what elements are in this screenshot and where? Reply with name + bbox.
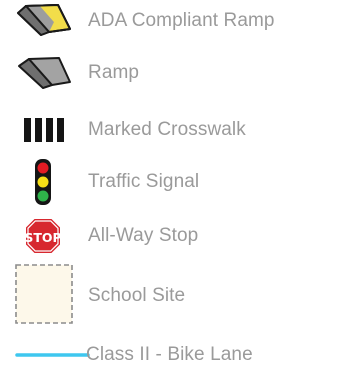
legend-item-ada-ramp: ADA Compliant Ramp xyxy=(0,1,339,41)
legend-label: Traffic Signal xyxy=(88,171,200,192)
stop-sign-icon: STOP xyxy=(12,216,76,256)
map-legend: ADA Compliant Ramp Ramp Marked Crosswalk xyxy=(0,0,339,370)
legend-label: All-Way Stop xyxy=(88,225,199,246)
legend-item-school-site: School Site xyxy=(0,264,339,328)
traffic-signal-icon xyxy=(12,159,76,205)
legend-label: Class II - Bike Lane xyxy=(86,344,253,365)
bike-lane-icon xyxy=(12,335,90,375)
legend-item-crosswalk: Marked Crosswalk xyxy=(0,110,339,150)
legend-label: Ramp xyxy=(88,62,140,83)
legend-label: Marked Crosswalk xyxy=(88,119,246,140)
stop-sign-text: STOP xyxy=(24,230,61,245)
legend-item-traffic-signal: Traffic Signal xyxy=(0,159,339,205)
ramp-icon xyxy=(12,53,76,93)
legend-label: ADA Compliant Ramp xyxy=(88,10,275,31)
legend-item-bike-lane: Class II - Bike Lane xyxy=(0,335,339,375)
crosswalk-icon xyxy=(12,110,76,150)
school-site-icon xyxy=(12,264,76,328)
legend-item-all-way-stop: STOP All-Way Stop xyxy=(0,216,339,256)
legend-label: School Site xyxy=(88,285,186,306)
ada-ramp-icon xyxy=(12,1,76,41)
legend-item-ramp: Ramp xyxy=(0,53,339,93)
